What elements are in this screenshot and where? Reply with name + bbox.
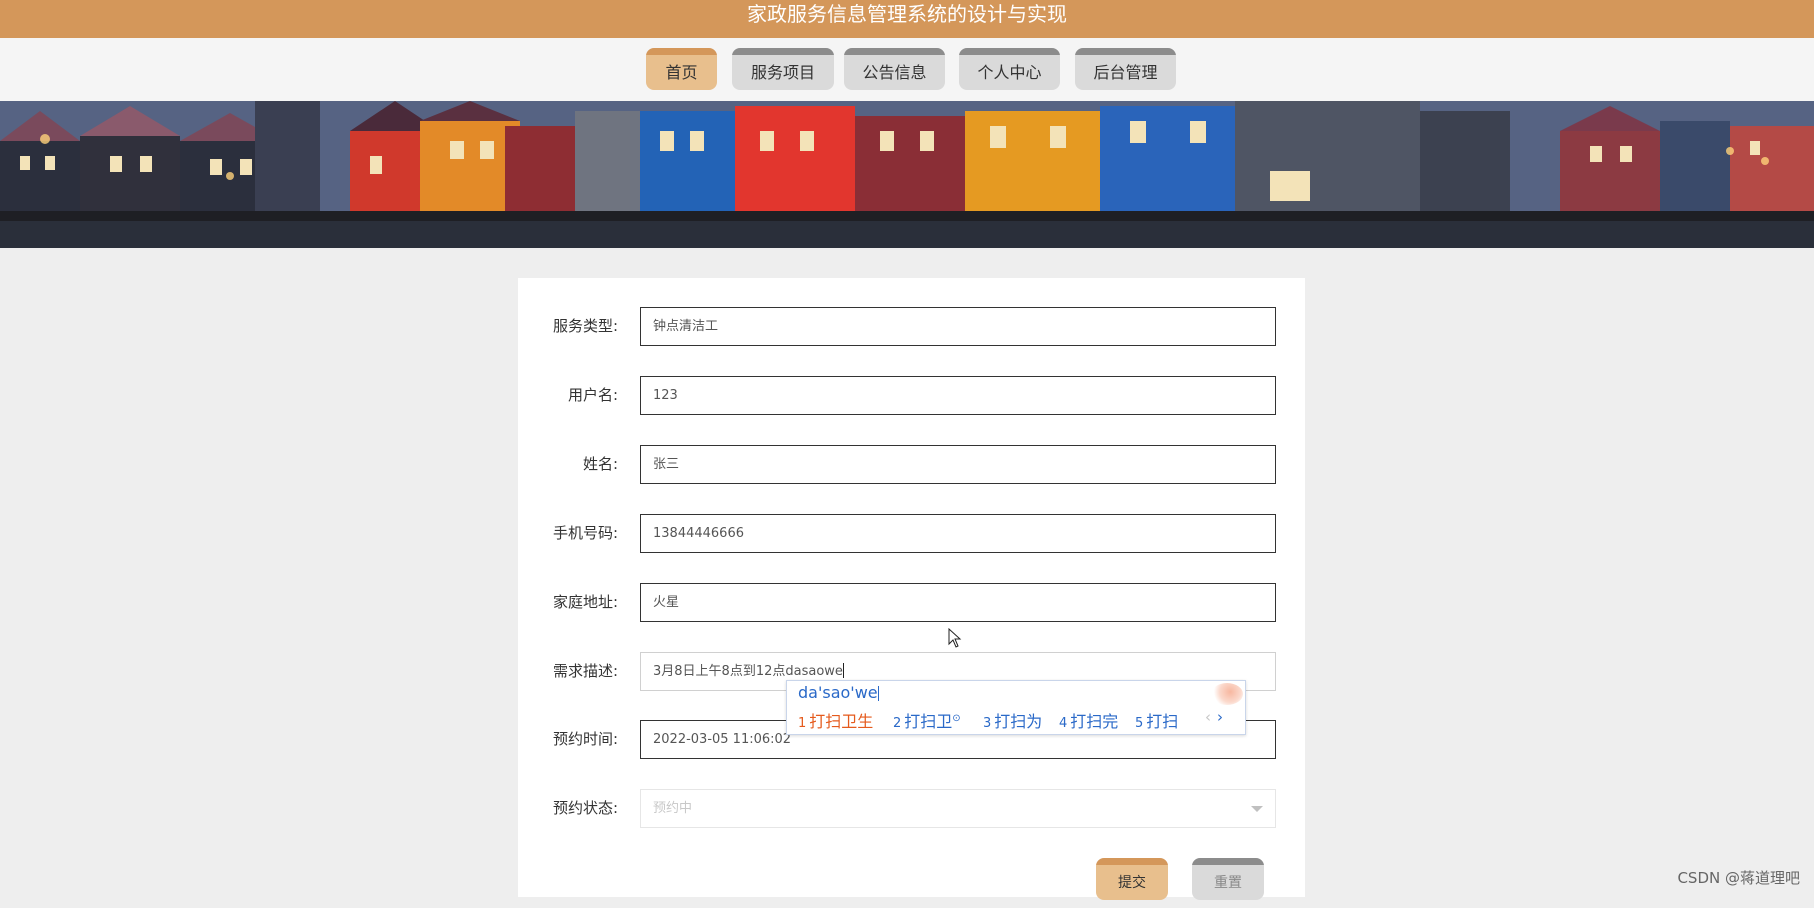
watermark-text: CSDN @蒋道理吧	[1677, 869, 1800, 887]
app-title: 家政服务信息管理系统的设计与实现	[747, 2, 1067, 26]
ime-logo-icon	[1211, 683, 1243, 705]
app-title-bar: 家政服务信息管理系统的设计与实现	[0, 0, 1814, 38]
address-label: 家庭地址:	[552, 593, 618, 611]
chevron-left-icon[interactable]: ‹	[1205, 708, 1211, 726]
service-type-input[interactable]: 钟点清洁工	[640, 307, 1276, 346]
reset-button[interactable]: 重置	[1192, 858, 1264, 900]
appointment-time-label: 预约时间:	[552, 730, 618, 748]
name-label: 姓名:	[582, 455, 618, 473]
nav-bar: 首页 服务项目 公告信息 个人中心 后台管理	[0, 38, 1814, 101]
service-type-label: 服务类型:	[552, 317, 618, 335]
nav-item-personal-center[interactable]: 个人中心	[959, 48, 1060, 90]
chevron-right-icon[interactable]: ›	[1217, 708, 1223, 726]
name-input[interactable]: 张三	[640, 445, 1276, 484]
booking-form-card: 服务类型: 钟点清洁工 用户名: 123 姓名: 张三 手机号码: 138444…	[518, 278, 1305, 897]
ime-candidate-5[interactable]: 5 打扫	[1135, 708, 1178, 732]
submit-button[interactable]: 提交	[1096, 858, 1168, 900]
chevron-down-icon	[1251, 806, 1263, 812]
ime-candidate-popup: da'sao'we 1 打扫卫生 2 打扫卫⊙ 3 打扫为 4 打扫完 5 打扫 ‹ ›	[786, 680, 1246, 735]
description-label: 需求描述:	[552, 662, 618, 680]
nav-item-services[interactable]: 服务项目	[732, 48, 834, 90]
nav-item-home[interactable]: 首页	[646, 48, 717, 90]
ime-composition-text: da'sao'we	[798, 683, 879, 702]
status-select-value: 预约中	[653, 801, 693, 816]
username-label: 用户名:	[567, 386, 618, 404]
mouse-pointer-icon	[948, 628, 962, 648]
banner-image	[0, 101, 1814, 248]
description-value: 3月8日上午8点到12点dasaowe	[653, 664, 843, 679]
ime-composition-value: da'sao'we	[798, 683, 878, 702]
banner-houses-illustration	[0, 101, 1814, 248]
status-select[interactable]: 预约中	[640, 789, 1276, 828]
ime-candidate-1[interactable]: 1 打扫卫生	[798, 708, 873, 732]
nav-item-admin[interactable]: 后台管理	[1075, 48, 1176, 90]
phone-label: 手机号码:	[552, 524, 618, 542]
ime-candidate-4[interactable]: 4 打扫完	[1059, 708, 1118, 732]
ime-page-arrows: ‹ ›	[1205, 708, 1223, 726]
text-caret	[842, 663, 844, 678]
eye-icon: ⊙	[952, 713, 961, 724]
address-input[interactable]: 火星	[640, 583, 1276, 622]
ime-candidate-2[interactable]: 2 打扫卫⊙	[893, 708, 961, 732]
username-input[interactable]: 123	[640, 376, 1276, 415]
ime-caret	[877, 686, 879, 701]
status-label: 预约状态:	[552, 799, 618, 817]
ime-candidate-3[interactable]: 3 打扫为	[983, 708, 1042, 732]
nav-item-announcements[interactable]: 公告信息	[844, 48, 945, 90]
phone-input[interactable]: 13844446666	[640, 514, 1276, 553]
